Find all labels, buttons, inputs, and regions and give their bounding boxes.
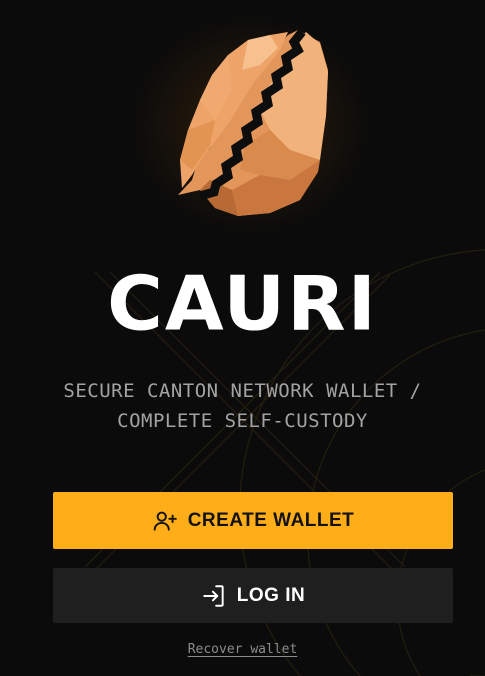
brand-title: CAURI bbox=[107, 259, 378, 348]
user-plus-icon bbox=[152, 508, 178, 534]
tagline: SECURE CANTON NETWORK WALLET / COMPLETE … bbox=[0, 376, 485, 436]
welcome-screen: CAURI SECURE CANTON NETWORK WALLET / COM… bbox=[0, 0, 485, 676]
tagline-line-2: COMPLETE SELF-CUSTODY bbox=[117, 410, 368, 432]
recover-wallet-container: Recover wallet bbox=[0, 642, 485, 657]
create-wallet-label: CREATE WALLET bbox=[187, 509, 355, 531]
log-in-icon bbox=[201, 583, 227, 609]
create-wallet-button[interactable]: CREATE WALLET bbox=[53, 492, 453, 549]
login-label: LOG IN bbox=[236, 584, 306, 606]
cauri-shell-logo bbox=[178, 29, 328, 216]
login-button[interactable]: LOG IN bbox=[53, 568, 453, 623]
tagline-line-1: SECURE CANTON NETWORK WALLET / bbox=[63, 380, 422, 402]
recover-wallet-link[interactable]: Recover wallet bbox=[188, 642, 298, 657]
